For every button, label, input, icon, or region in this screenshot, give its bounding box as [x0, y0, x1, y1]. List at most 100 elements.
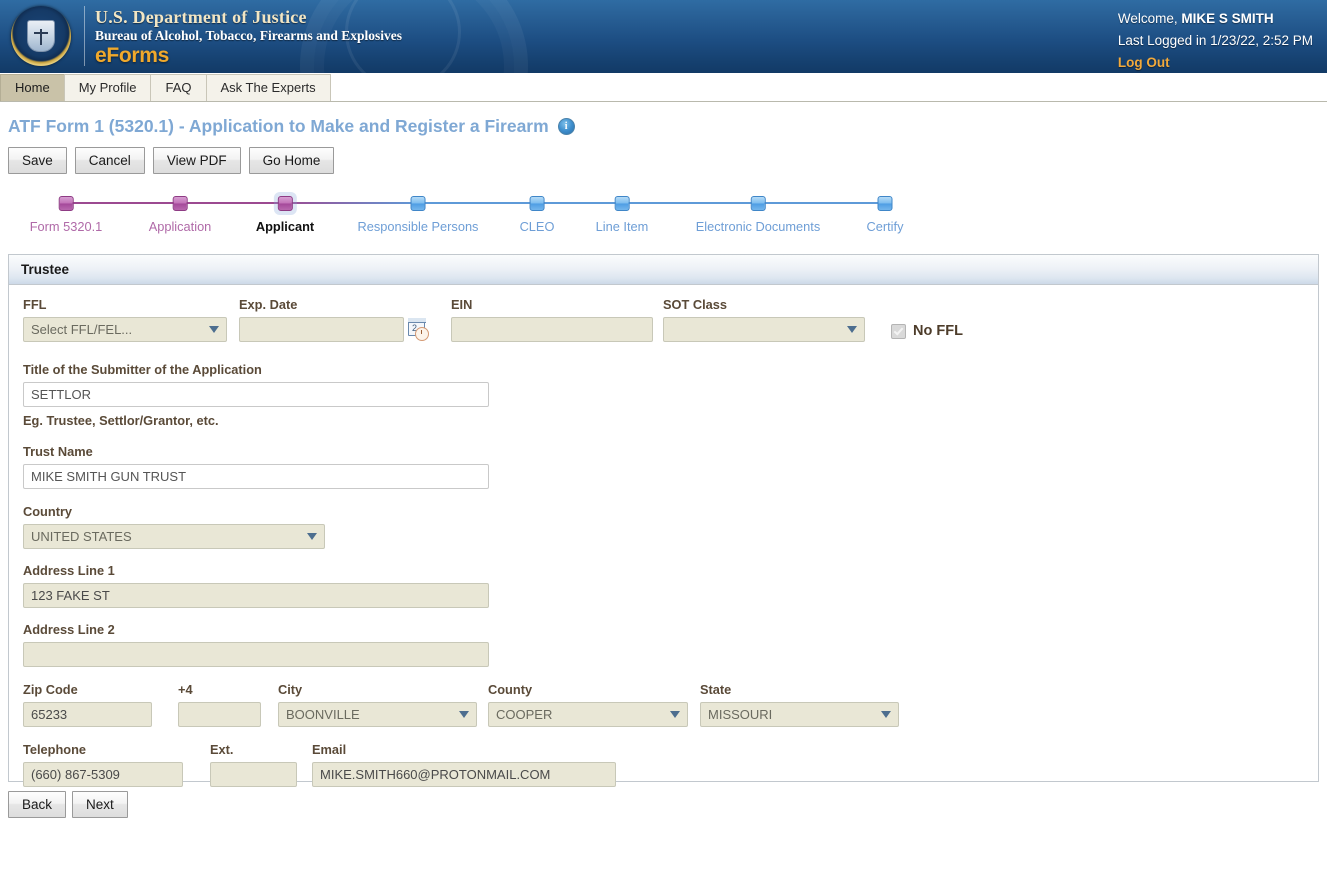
telephone-input[interactable]	[23, 762, 183, 787]
county-label: County	[488, 682, 533, 697]
ein-field: EIN	[451, 297, 663, 342]
ein-input[interactable]	[451, 317, 653, 342]
ext-input[interactable]	[210, 762, 297, 787]
wizard-steps: Form 5320.1 Application Applicant Respon…	[0, 192, 1327, 248]
last-logged-in: Last Logged in 1/23/22, 2:52 PM	[1117, 33, 1313, 48]
ffl-select[interactable]: Select FFL/FEL...	[23, 317, 227, 342]
ffl-label: FFL	[23, 297, 47, 312]
address-line-1-field: Address Line 1	[23, 563, 1304, 608]
address-line-1-label: Address Line 1	[23, 563, 115, 578]
view-pdf-button[interactable]: View PDF	[152, 147, 241, 174]
wizard-step-application[interactable]: Application	[148, 192, 212, 234]
wizard-step-responsible-persons[interactable]: Responsible Persons	[357, 192, 479, 234]
user-session-box: Welcome, MIKE S SMITH Last Logged in 1/2…	[1118, 8, 1313, 73]
address-line-1-input[interactable]	[23, 583, 489, 608]
zip-plus-four-field: +4	[178, 682, 278, 727]
state-select[interactable]: MISSOURI	[700, 702, 899, 727]
agency-identity: U.S. Department of Justice Bureau of Alc…	[95, 7, 402, 68]
main-nav-tabbar: Home My Profile FAQ Ask The Experts	[0, 73, 1327, 102]
tab-faq[interactable]: FAQ	[150, 74, 207, 101]
state-label: State	[700, 682, 732, 697]
wizard-label-application: Application	[148, 219, 212, 234]
back-button[interactable]: Back	[8, 791, 67, 818]
sot-class-label: SOT Class	[663, 297, 728, 312]
locality-row: Zip Code +4 City BOONVILLE County COOPER	[23, 682, 1304, 727]
save-button[interactable]: Save	[8, 147, 67, 174]
wizard-step-applicant[interactable]: Applicant	[256, 192, 314, 234]
telephone-label: Telephone	[23, 742, 87, 757]
trust-name-input[interactable]	[23, 464, 489, 489]
county-select[interactable]: COOPER	[488, 702, 688, 727]
page-title-row: ATF Form 1 (5320.1) - Application to Mak…	[8, 116, 1327, 137]
sot-class-field: SOT Class	[663, 297, 875, 342]
wizard-label-cleo: CLEO	[519, 219, 555, 234]
site-header: U.S. Department of Justice Bureau of Alc…	[0, 0, 1327, 73]
log-out-link[interactable]: Log Out	[1118, 52, 1170, 73]
email-label: Email	[312, 742, 347, 757]
no-ffl-checkbox[interactable]	[891, 323, 906, 339]
submitter-title-input[interactable]	[23, 382, 489, 407]
exp-date-field: Exp. Date	[239, 297, 451, 342]
chevron-down-icon	[881, 711, 891, 718]
address-line-2-input[interactable]	[23, 642, 489, 667]
ffl-select-value: Select FFL/FEL...	[31, 322, 133, 337]
address-line-2-label: Address Line 2	[23, 622, 115, 637]
wizard-dot-certify	[877, 196, 893, 211]
page-title: ATF Form 1 (5320.1) - Application to Mak…	[8, 116, 549, 136]
zip-code-input[interactable]	[23, 702, 152, 727]
wizard-dot-application	[172, 196, 188, 211]
city-label: City	[278, 682, 303, 697]
city-select[interactable]: BOONVILLE	[278, 702, 477, 727]
county-select-value: COOPER	[496, 707, 553, 722]
contact-row: Telephone Ext. Email	[23, 742, 1304, 787]
wizard-dot-electronic-documents	[750, 196, 766, 211]
zip-plus-four-input[interactable]	[178, 702, 261, 727]
sot-class-select[interactable]	[663, 317, 865, 342]
tab-ask-the-experts[interactable]: Ask The Experts	[205, 74, 331, 101]
wizard-label-responsible-persons: Responsible Persons	[357, 219, 479, 234]
calendar-clock-icon[interactable]	[407, 317, 429, 341]
exp-date-label: Exp. Date	[239, 297, 298, 312]
state-select-value: MISSOURI	[708, 707, 773, 722]
exp-date-input[interactable]	[239, 317, 404, 342]
wizard-step-line-item[interactable]: Line Item	[595, 192, 649, 234]
ein-label: EIN	[451, 297, 473, 312]
wizard-step-certify[interactable]: Certify	[867, 192, 903, 234]
agency-name-atf: Bureau of Alcohol, Tobacco, Firearms and…	[95, 28, 403, 43]
wizard-step-cleo[interactable]: CLEO	[519, 192, 555, 234]
zip-code-label: Zip Code	[23, 682, 78, 697]
county-field: County COOPER	[488, 682, 700, 727]
zip-code-field: Zip Code	[23, 682, 178, 727]
email-input[interactable]	[312, 762, 616, 787]
go-home-button[interactable]: Go Home	[248, 147, 335, 174]
chevron-down-icon	[847, 326, 857, 333]
email-field: Email	[312, 742, 632, 787]
country-select[interactable]: UNITED STATES	[23, 524, 325, 549]
trustee-panel-title: Trustee	[9, 255, 1318, 285]
city-field: City BOONVILLE	[278, 682, 488, 727]
no-ffl-checkbox-group[interactable]: No FFL	[891, 323, 963, 342]
form-footer-buttons: Back Next	[8, 791, 1327, 818]
info-icon[interactable]: i	[557, 118, 575, 135]
chevron-down-icon	[459, 711, 469, 718]
tab-my-profile[interactable]: My Profile	[63, 74, 152, 101]
wizard-step-form-5320-1[interactable]: Form 5320.1	[30, 192, 102, 234]
wizard-step-electronic-documents[interactable]: Electronic Documents	[696, 192, 820, 234]
wizard-dot-cleo	[529, 196, 545, 211]
wizard-dot-line-item	[614, 196, 630, 211]
tab-home[interactable]: Home	[0, 74, 65, 101]
main-nav-tabs: Home My Profile FAQ Ask The Experts	[0, 74, 331, 101]
trust-name-label: Trust Name	[23, 444, 93, 459]
wizard-label-line-item: Line Item	[595, 219, 649, 234]
wizard-dot-responsible-persons	[410, 196, 426, 211]
next-button[interactable]: Next	[72, 791, 128, 818]
country-select-value: UNITED STATES	[31, 529, 132, 544]
trustee-panel: Trustee FFL Select FFL/FEL... Exp. Date	[8, 254, 1319, 787]
cancel-button[interactable]: Cancel	[74, 147, 145, 174]
wizard-label-applicant: Applicant	[255, 219, 315, 234]
wizard-dot-form-5320-1	[58, 196, 74, 211]
product-name-eforms: eForms	[95, 44, 170, 67]
header-divider	[84, 6, 85, 66]
wizard-dot-applicant	[273, 192, 297, 215]
ffl-field: FFL Select FFL/FEL...	[23, 297, 239, 342]
